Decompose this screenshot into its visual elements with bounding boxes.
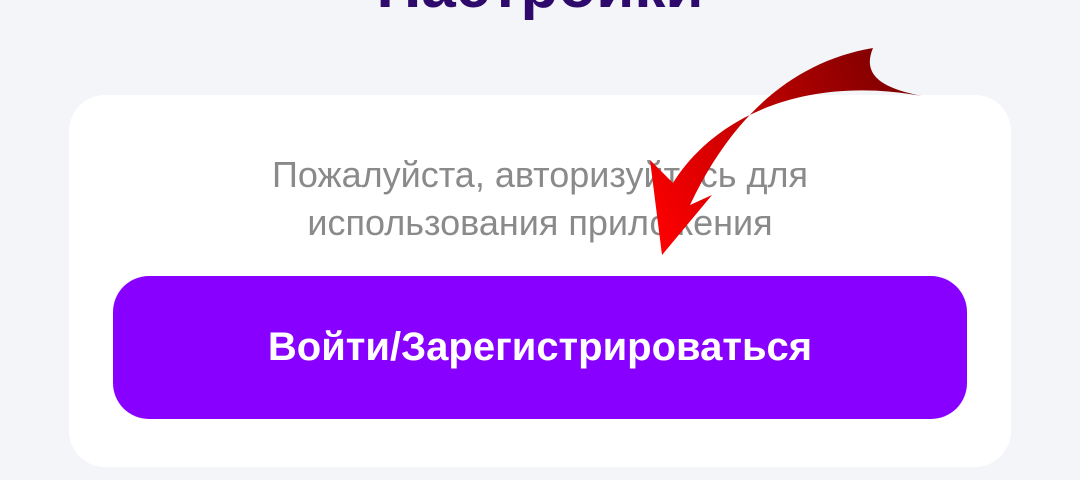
auth-message-line-2: использования приложения [307,202,773,243]
settings-screen: Настройки Пожалуйста, авторизуйтесь для … [0,0,1080,480]
auth-card: Пожалуйста, авторизуйтесь для использова… [69,95,1011,467]
login-register-button[interactable]: Войти/Зарегистрироваться [113,276,967,419]
auth-message: Пожалуйста, авторизуйтесь для использова… [69,151,1011,247]
page-title: Настройки [0,0,1080,18]
auth-message-line-1: Пожалуйста, авторизуйтесь для [272,154,808,195]
